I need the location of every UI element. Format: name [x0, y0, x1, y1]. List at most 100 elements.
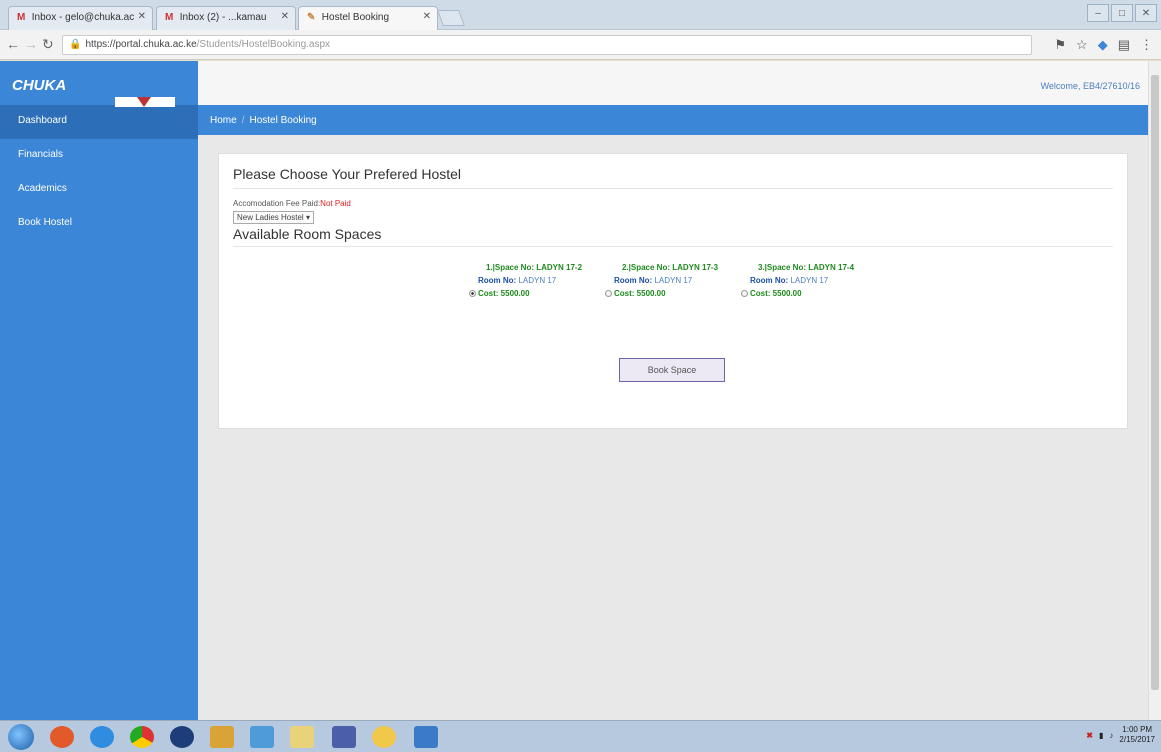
start-button[interactable] [8, 724, 34, 750]
room-value: LADYN 17 [518, 276, 557, 285]
browser-tab-bar: M Inbox - gelo@chuka.ac ✕ M Inbox (2) - … [0, 0, 1161, 30]
breadcrumb-home[interactable]: Home [210, 115, 237, 126]
chrome-icon[interactable] [130, 726, 154, 748]
fee-status-line: Accomodation Fee Paid:Not Paid [233, 199, 1113, 208]
back-icon[interactable]: ← [6, 36, 20, 52]
scrollbar-thumb[interactable] [1151, 75, 1159, 690]
space-number: 2.|Space No: LADYN 17-3 [621, 263, 719, 272]
book-space-button[interactable]: Book Space [619, 358, 725, 382]
room-radio[interactable] [469, 290, 476, 297]
rooms-title: Available Room Spaces [233, 226, 1113, 247]
ie-icon[interactable] [90, 726, 114, 748]
room-radio[interactable] [605, 290, 612, 297]
maximize-icon[interactable]: □ [1111, 4, 1133, 22]
sidebar: CHUKA Dashboard Financials Academics Boo… [0, 61, 198, 720]
lock-icon: 🔒 [69, 39, 82, 50]
sidebar-item-financials[interactable]: Financials [0, 139, 198, 173]
gmail-icon: M [165, 12, 174, 23]
extension-icons: ⚑ ☆ ◆ ▤ ⋮ [1054, 37, 1153, 53]
volume-icon[interactable]: ♪ [1109, 731, 1113, 740]
welcome-text[interactable]: Welcome, EB4/27610/16 [1041, 81, 1140, 91]
breadcrumb-separator: / [241, 115, 245, 126]
url-host: https://portal.chuka.ac.ke [85, 39, 197, 50]
window-controls: – □ ✕ [1087, 4, 1157, 22]
gmail-icon: M [17, 12, 26, 23]
room-number: Room No: LADYN 17 [605, 274, 735, 287]
sidebar-item-dashboard[interactable]: Dashboard [0, 105, 198, 139]
room-label: Room No: [478, 276, 517, 285]
clock[interactable]: 1:00 PM 2/15/2017 [1119, 725, 1155, 745]
tab-label: Inbox - gelo@chuka.ac [31, 12, 135, 23]
antivirus-icon[interactable]: ✖ [1086, 731, 1093, 740]
url-path: /Students/HostelBooking.aspx [196, 39, 331, 50]
new-tab-button[interactable] [437, 10, 465, 26]
chevron-down-icon: ▾ [305, 213, 310, 222]
network-icon[interactable]: ▮ [1099, 731, 1103, 740]
tab-inbox-1[interactable]: M Inbox - gelo@chuka.ac ✕ [8, 6, 153, 30]
menu-icon[interactable]: ⋮ [1140, 37, 1153, 53]
pin-icon[interactable]: ◆ [1098, 37, 1108, 53]
sidebar-item-academics[interactable]: Academics [0, 173, 198, 207]
page-scrollbar[interactable] [1148, 61, 1161, 720]
tab-hostel-booking[interactable]: ✎ Hostel Booking ✕ [298, 6, 438, 30]
hostel-select[interactable]: New Ladies Hostel ▾ [233, 211, 314, 224]
space-number: 3.|Space No: LADYN 17-4 [757, 263, 855, 272]
university-logo [115, 97, 175, 107]
app-icon[interactable] [250, 726, 274, 748]
url-input[interactable]: 🔒 https://portal.chuka.ac.ke/Students/Hos… [62, 35, 1032, 55]
room-cost: Cost: 5500.00 [469, 287, 599, 300]
clock-date: 2/15/2017 [1119, 735, 1155, 744]
room-option: 1.|Space No: LADYN 17-2 Room No: LADYN 1… [469, 261, 599, 300]
room-cost: Cost: 5500.00 [741, 287, 871, 300]
brand-name: CHUKA [12, 77, 67, 94]
minimize-icon[interactable]: – [1087, 4, 1109, 22]
tab-label: Inbox (2) - ...kamau [179, 12, 267, 23]
forward-icon[interactable]: → [24, 36, 38, 52]
main-content: Welcome, EB4/27610/16 Home / Hostel Bookin… [198, 61, 1148, 720]
extension-icon[interactable]: ⚑ [1054, 37, 1066, 53]
tab-inbox-2[interactable]: M Inbox (2) - ...kamau ✕ [156, 6, 296, 30]
room-label: Room No: [614, 276, 653, 285]
clock-time: 1:00 PM [1122, 725, 1153, 734]
room-label: Room No: [750, 276, 789, 285]
tab-label: Hostel Booking [321, 12, 390, 23]
space-number: 1.|Space No: LADYN 17-2 [485, 263, 583, 272]
close-window-icon[interactable]: ✕ [1135, 4, 1157, 22]
media-icon[interactable] [170, 726, 194, 748]
room-list: 1.|Space No: LADYN 17-2 Room No: LADYN 1… [469, 261, 871, 300]
reload-icon[interactable]: ↻ [42, 36, 54, 53]
close-icon[interactable]: ✕ [423, 11, 431, 22]
room-cost: Cost: 5500.00 [605, 287, 735, 300]
explorer-icon[interactable] [210, 726, 234, 748]
word-icon[interactable] [414, 726, 438, 748]
page-title: Please Choose Your Prefered Hostel [233, 166, 1113, 189]
sidebar-item-book-hostel[interactable]: Book Hostel [0, 207, 198, 241]
top-bar: Welcome, EB4/27610/16 [198, 61, 1148, 105]
star-icon[interactable]: ☆ [1076, 37, 1088, 53]
site-icon: ✎ [307, 12, 316, 23]
room-value: LADYN 17 [654, 276, 693, 285]
fee-status: Not Paid [320, 199, 351, 208]
firefox-icon[interactable] [50, 726, 74, 748]
windows-taskbar: ✖ ▮ ♪ 1:00 PM 2/15/2017 [0, 720, 1161, 752]
room-radio[interactable] [741, 290, 748, 297]
close-icon[interactable]: ✕ [281, 11, 289, 22]
breadcrumb: Home / Hostel Booking [198, 105, 1148, 135]
close-icon[interactable]: ✕ [138, 11, 146, 22]
room-value: LADYN 17 [790, 276, 829, 285]
hostel-select-value: New Ladies Hostel [237, 213, 304, 222]
cost-text: Cost: 5500.00 [614, 289, 666, 298]
room-option: 2.|Space No: LADYN 17-3 Room No: LADYN 1… [605, 261, 735, 300]
address-bar: ← → ↻ 🔒 https://portal.chuka.ac.ke/Studen… [0, 30, 1161, 60]
notes-icon[interactable] [290, 726, 314, 748]
hostel-booking-panel: Please Choose Your Prefered Hostel Accom… [218, 153, 1128, 429]
breadcrumb-current: Hostel Booking [249, 115, 317, 126]
cost-text: Cost: 5500.00 [750, 289, 802, 298]
cost-text: Cost: 5500.00 [478, 289, 530, 298]
save-icon[interactable]: ▤ [1118, 37, 1130, 53]
room-option: 3.|Space No: LADYN 17-4 Room No: LADYN 1… [741, 261, 871, 300]
paint-icon[interactable] [332, 726, 356, 748]
room-number: Room No: LADYN 17 [741, 274, 871, 287]
folder-icon[interactable] [372, 726, 396, 748]
room-number: Room No: LADYN 17 [469, 274, 599, 287]
